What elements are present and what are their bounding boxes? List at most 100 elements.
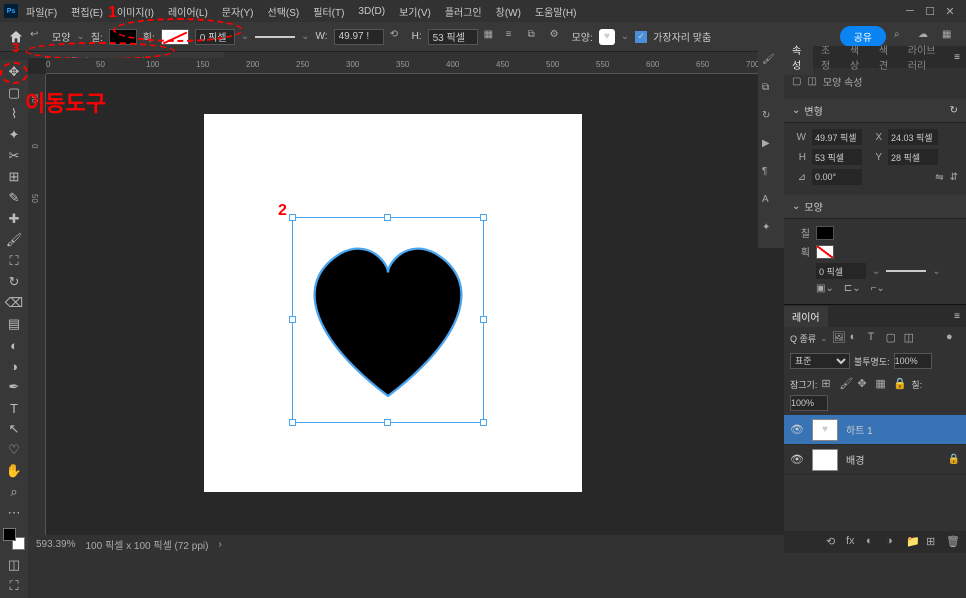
layer-row-heart[interactable]: 👁 ♥ 하트 1	[784, 415, 966, 445]
lasso-tool-icon[interactable]: ⌇	[2, 104, 26, 124]
character-panel-icon[interactable]: A	[762, 194, 780, 212]
menu-file[interactable]: 파일(F)	[20, 2, 63, 21]
fill-opacity-input[interactable]	[790, 395, 828, 411]
new-layer-icon[interactable]: ⊞	[926, 535, 940, 549]
prop-fill-swatch[interactable]	[816, 226, 834, 240]
type-tool-icon[interactable]: T	[2, 398, 26, 418]
pathops-icon[interactable]: ▦	[484, 29, 500, 45]
shape-picker-icon[interactable]: ♥	[599, 29, 615, 45]
adjustment-icon[interactable]: ◑	[886, 535, 900, 549]
stroke-size-input[interactable]	[195, 29, 235, 45]
handle-tm[interactable]	[384, 214, 391, 221]
layer-name[interactable]: 배경	[846, 452, 864, 467]
stroke-style-preview[interactable]	[255, 36, 295, 38]
canvas-area[interactable]: 0 50 100 150 200 250 300 350 400 450 500…	[28, 58, 784, 535]
stroke-caps-icon[interactable]: ⊏⌄	[844, 283, 861, 294]
paragraph-panel-icon[interactable]: ¶	[762, 166, 780, 184]
filter-adj-icon[interactable]: ◐	[850, 331, 864, 345]
menu-view[interactable]: 보기(V)	[393, 2, 437, 21]
shape-mode-label[interactable]: 모양	[52, 29, 70, 44]
heart-shape[interactable]	[293, 218, 483, 422]
layer-thumb[interactable]: ♥	[812, 419, 838, 441]
doc-info-menu-icon[interactable]: ›	[218, 539, 221, 550]
history-panel-icon[interactable]: ↻	[762, 110, 780, 128]
visibility-icon[interactable]: 👁	[790, 453, 804, 466]
transform-section[interactable]: ⌄ 변형 ↻	[784, 99, 966, 123]
menu-3d[interactable]: 3D(D)	[352, 4, 391, 19]
layer-name[interactable]: 하트 1	[846, 422, 873, 437]
handle-tl[interactable]	[289, 214, 296, 221]
heal-tool-icon[interactable]: ✚	[2, 209, 26, 229]
prop-w-input[interactable]	[812, 129, 862, 145]
lock-trans-icon[interactable]: ⊞	[821, 377, 835, 391]
filter-shape-icon[interactable]: ▢	[886, 331, 900, 345]
layer-filter-label[interactable]: Q 종류	[790, 332, 816, 345]
reset-icon[interactable]: ↻	[950, 105, 958, 116]
dodge-tool-icon[interactable]: ◑	[2, 356, 26, 376]
fg-bg-swatch[interactable]	[3, 528, 25, 550]
handle-bm[interactable]	[384, 419, 391, 426]
hand-tool-icon[interactable]: ✋	[2, 461, 26, 481]
menu-filter[interactable]: 필터(T)	[307, 2, 350, 21]
handle-ml[interactable]	[289, 316, 296, 323]
height-input[interactable]	[428, 29, 478, 45]
history-brush-icon[interactable]: ↻	[2, 272, 26, 292]
menu-select[interactable]: 선택(S)	[262, 2, 306, 21]
home-icon[interactable]	[8, 29, 24, 45]
stamp-tool-icon[interactable]: ⛶	[2, 251, 26, 271]
menu-plugin[interactable]: 플러그인	[439, 2, 488, 21]
link-layers-icon[interactable]: ⟲	[826, 535, 840, 549]
gradient-tool-icon[interactable]: ▤	[2, 314, 26, 334]
opacity-input[interactable]	[894, 353, 932, 369]
edit-toolbar-icon[interactable]: ⋯	[2, 503, 26, 523]
lock-nest-icon[interactable]: ▦	[875, 377, 889, 391]
handle-tr[interactable]	[480, 214, 487, 221]
prop-stroke-preview[interactable]	[886, 270, 926, 272]
stroke-swatch[interactable]	[161, 29, 189, 45]
menu-window[interactable]: 창(W)	[490, 2, 527, 21]
flip-h-icon[interactable]: ⇋	[935, 172, 943, 183]
filter-pixel-icon[interactable]: 🖼	[832, 331, 846, 345]
link-wh-icon[interactable]: ⟲	[390, 29, 406, 45]
minimize-icon[interactable]: ─	[904, 5, 916, 17]
zoom-tool-icon[interactable]: ⌕	[2, 482, 26, 502]
blend-mode-select[interactable]: 표준	[790, 353, 850, 369]
eraser-tool-icon[interactable]: ⌫	[2, 293, 26, 313]
brush-tool-icon[interactable]: 🖌	[2, 230, 26, 250]
fill-swatch[interactable]	[109, 29, 137, 45]
move-tool-icon[interactable]: ✥	[2, 62, 26, 82]
frame-tool-icon[interactable]: ⊞	[2, 167, 26, 187]
brushes-panel-icon[interactable]: ⧉	[762, 82, 780, 100]
menu-layer[interactable]: 레이어(L)	[162, 2, 214, 21]
fx-icon[interactable]: fx	[846, 535, 860, 549]
wand-tool-icon[interactable]: ✦	[2, 125, 26, 145]
layer-thumb[interactable]	[812, 449, 838, 471]
prop-x-input[interactable]	[888, 129, 938, 145]
arrange-icon[interactable]: ⧉	[528, 29, 544, 45]
group-icon[interactable]: 📁	[906, 535, 920, 549]
handle-mr[interactable]	[480, 316, 487, 323]
actions-panel-icon[interactable]: ▶	[762, 138, 780, 156]
prop-y-input[interactable]	[888, 149, 938, 165]
marquee-tool-icon[interactable]: ▢	[2, 83, 26, 103]
prop-angle-input[interactable]	[812, 169, 862, 185]
panel-menu-icon[interactable]: ≡	[948, 52, 966, 63]
lock-all-icon[interactable]: 🔒	[893, 377, 907, 391]
back-arrow-icon[interactable]: ↩	[30, 29, 46, 45]
pen-tool-icon[interactable]: ✒	[2, 377, 26, 397]
layers-menu-icon[interactable]: ≡	[948, 311, 966, 322]
filter-toggle-icon[interactable]: ●	[946, 331, 960, 345]
lock-icon[interactable]: 🔒	[948, 454, 960, 465]
quickmask-icon[interactable]: ◫	[2, 555, 26, 575]
menu-edit[interactable]: 편집(E)	[65, 2, 109, 21]
maximize-icon[interactable]: ☐	[924, 5, 936, 17]
shape-tool-icon[interactable]: ♡	[2, 440, 26, 460]
close-icon[interactable]: ✕	[944, 5, 956, 17]
align-icon[interactable]: ≡	[506, 29, 522, 45]
blur-tool-icon[interactable]: ◐	[2, 335, 26, 355]
crop-tool-icon[interactable]: ✂	[2, 146, 26, 166]
align-edges-checkbox[interactable]: ✓	[635, 31, 647, 43]
flip-v-icon[interactable]: ⇵	[950, 172, 958, 183]
width-input[interactable]	[334, 29, 384, 45]
brush-panel-icon[interactable]: 🖌	[762, 54, 780, 72]
